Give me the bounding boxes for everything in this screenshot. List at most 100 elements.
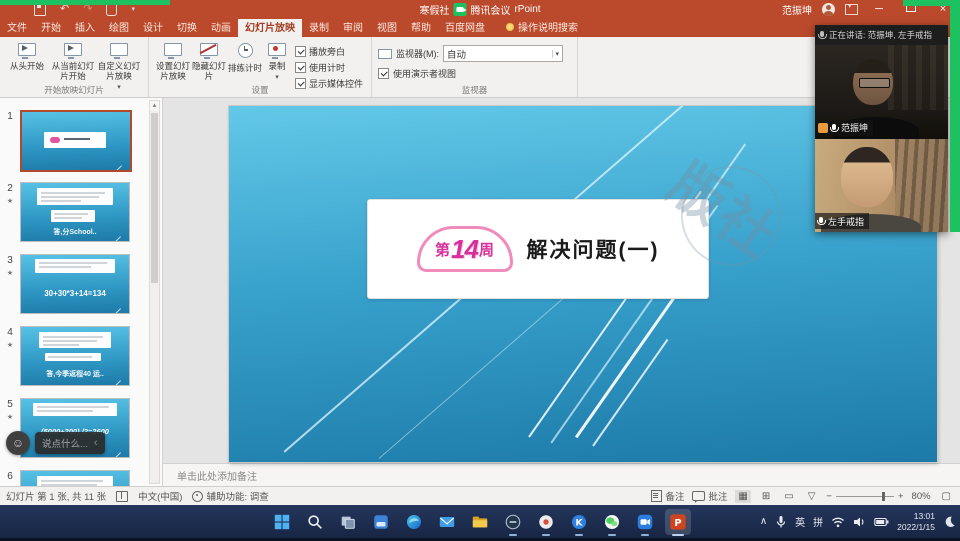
zoom-slider[interactable]: − + bbox=[826, 491, 903, 502]
reading-view-button[interactable]: ▭ bbox=[781, 490, 796, 503]
tab-design[interactable]: 设计 bbox=[136, 17, 170, 37]
participant-face bbox=[841, 147, 893, 207]
thumbnail-slide-2[interactable]: 2★ 答,分School.. bbox=[0, 182, 162, 242]
dell-app-button[interactable] bbox=[500, 509, 526, 535]
thumbnail-image[interactable]: 答,今季返程40 运.. bbox=[20, 326, 130, 386]
mail-button[interactable] bbox=[434, 509, 460, 535]
powerpoint-taskbar-button[interactable]: P bbox=[665, 509, 691, 535]
redo-icon[interactable]: ↷ bbox=[83, 4, 92, 15]
thumbnail-image[interactable] bbox=[20, 470, 130, 486]
taskbar-clock[interactable]: 13:01 2022/1/15 bbox=[897, 511, 935, 532]
start-button[interactable] bbox=[269, 509, 295, 535]
collapse-chevron-icon[interactable]: ‹ bbox=[94, 437, 98, 449]
notes-pane[interactable]: 单击此处添加备注 bbox=[163, 463, 960, 486]
accessibility-checker[interactable]: 辅助功能: 调查 bbox=[192, 489, 268, 503]
music-app-button[interactable] bbox=[533, 509, 559, 535]
qat-dropdown-icon[interactable]: ▾ bbox=[131, 6, 135, 13]
record-button[interactable]: 录制 ▾ bbox=[263, 41, 291, 82]
video-feed-participant-2[interactable]: 左手戒指 bbox=[815, 139, 948, 233]
tab-transitions[interactable]: 切换 bbox=[170, 17, 204, 37]
tab-baidu-netdisk[interactable]: 百度网盘 bbox=[438, 17, 492, 37]
screen-icon bbox=[110, 43, 128, 56]
from-beginning-button[interactable]: 从头开始 bbox=[4, 41, 50, 72]
microphone-icon[interactable] bbox=[775, 515, 787, 529]
tell-me-search[interactable]: 操作说明搜索 bbox=[506, 19, 578, 37]
speaker-icon[interactable] bbox=[853, 516, 866, 528]
ime-language-button[interactable]: 英 bbox=[795, 514, 805, 529]
scrollbar-thumb[interactable] bbox=[151, 113, 158, 283]
print-preview-icon[interactable] bbox=[106, 4, 117, 16]
spellcheck-icon[interactable] bbox=[116, 491, 128, 502]
task-view-button[interactable] bbox=[335, 509, 361, 535]
tab-file[interactable]: 文件 bbox=[0, 17, 34, 37]
slideshow-view-button[interactable]: ▽ bbox=[805, 490, 819, 503]
fit-to-window-button[interactable]: ▢ bbox=[939, 490, 954, 503]
k-app-button[interactable]: K bbox=[566, 509, 592, 535]
file-explorer-button[interactable] bbox=[467, 509, 493, 535]
account-avatar[interactable] bbox=[822, 3, 835, 16]
monitor-select[interactable]: 自动 ▾ bbox=[443, 45, 563, 62]
tab-view[interactable]: 视图 bbox=[370, 17, 404, 37]
thumbnail-scrollbar[interactable]: ▴ bbox=[149, 100, 160, 484]
slide-number: 4 bbox=[7, 327, 13, 338]
notes-toggle-button[interactable]: 备注 bbox=[651, 489, 684, 503]
tab-review[interactable]: 审阅 bbox=[336, 17, 370, 37]
search-button[interactable] bbox=[302, 509, 328, 535]
tab-insert[interactable]: 插入 bbox=[68, 17, 102, 37]
thumbnail-slide-6[interactable]: 6★ bbox=[0, 470, 162, 486]
thumbnail-slide-3[interactable]: 3★ 30+30*3+14=134 bbox=[0, 254, 162, 314]
meeting-overlay-badge[interactable] bbox=[453, 3, 466, 16]
meeting-video-panel[interactable]: 正在讲话: 范振坤, 左手戒指 范振坤 左手戒指 bbox=[815, 25, 948, 232]
language-indicator[interactable]: 中文(中国) bbox=[138, 489, 182, 503]
thumbnail-slide-1[interactable]: 1 bbox=[0, 110, 162, 172]
slide-sorter-view-button[interactable]: ⊞ bbox=[759, 490, 773, 503]
tab-animations[interactable]: 动画 bbox=[204, 17, 238, 37]
use-timings-checkbox[interactable]: 使用计时 bbox=[295, 61, 363, 74]
tab-slide-show[interactable]: 幻灯片放映 bbox=[238, 17, 302, 37]
slide-title-box[interactable]: 第 14 周 解决问题(一) bbox=[367, 199, 709, 299]
comments-toggle-button[interactable]: 批注 bbox=[692, 489, 727, 503]
tab-draw[interactable]: 绘图 bbox=[102, 17, 136, 37]
use-presenter-view-checkbox[interactable]: 使用演示者视图 bbox=[378, 67, 563, 80]
minimize-button[interactable]: ─ bbox=[868, 0, 890, 19]
thumbnail-image[interactable]: 30+30*3+14=134 bbox=[20, 254, 130, 314]
tab-record[interactable]: 录制 bbox=[302, 17, 336, 37]
video-feed-participant-1[interactable]: 范振坤 bbox=[815, 45, 948, 139]
normal-view-button[interactable]: ▦ bbox=[735, 490, 750, 503]
zoom-level[interactable]: 80% bbox=[912, 491, 931, 502]
accessibility-icon bbox=[192, 491, 203, 502]
widgets-button[interactable] bbox=[368, 509, 394, 535]
thumbnail-image[interactable]: 答,分School.. bbox=[20, 182, 130, 242]
zoom-thumb[interactable] bbox=[882, 492, 885, 501]
setup-slideshow-button[interactable]: 设置幻灯片放映 bbox=[155, 41, 191, 82]
battery-icon[interactable] bbox=[874, 517, 889, 527]
play-narrations-checkbox[interactable]: 播放旁白 bbox=[295, 45, 363, 58]
thumbnail-image[interactable] bbox=[20, 110, 132, 172]
chat-overlay[interactable]: ☺ 说点什么... ‹ bbox=[6, 431, 105, 455]
ime-mode-button[interactable]: 拼 bbox=[813, 514, 823, 529]
edge-browser-button[interactable] bbox=[401, 509, 427, 535]
tab-help[interactable]: 帮助 bbox=[404, 17, 438, 37]
scroll-up-icon[interactable]: ▴ bbox=[150, 101, 159, 111]
undo-icon[interactable]: ↶ bbox=[60, 4, 69, 15]
hide-slide-button[interactable]: 隐藏幻灯片 bbox=[191, 41, 227, 82]
rehearse-timings-button[interactable]: 排练计时 bbox=[227, 41, 263, 74]
save-icon[interactable] bbox=[34, 4, 46, 16]
tab-home[interactable]: 开始 bbox=[34, 17, 68, 37]
focus-assist-moon-icon[interactable] bbox=[943, 515, 956, 528]
chat-input[interactable]: 说点什么... ‹ bbox=[35, 432, 105, 454]
wifi-icon[interactable] bbox=[831, 516, 845, 528]
account-name[interactable]: 范振坤 bbox=[782, 2, 812, 17]
slide-counter[interactable]: 幻灯片 第 1 张, 共 11 张 bbox=[6, 489, 106, 503]
emoji-icon[interactable]: ☺ bbox=[6, 431, 30, 455]
animation-star-icon: ★ bbox=[0, 485, 20, 486]
zoom-in-button[interactable]: + bbox=[898, 491, 904, 502]
ribbon-display-options-icon[interactable] bbox=[845, 4, 858, 15]
zoom-track[interactable] bbox=[836, 496, 894, 497]
zoom-out-button[interactable]: − bbox=[826, 491, 832, 502]
wechat-button[interactable] bbox=[599, 509, 625, 535]
tray-chevron-icon[interactable]: ∧ bbox=[760, 516, 767, 527]
meeting-app-button[interactable] bbox=[632, 509, 658, 535]
thumbnail-slide-4[interactable]: 4★ 答,今季返程40 运.. bbox=[0, 326, 162, 386]
from-current-slide-button[interactable]: 从当前幻灯片开始 bbox=[50, 41, 96, 82]
